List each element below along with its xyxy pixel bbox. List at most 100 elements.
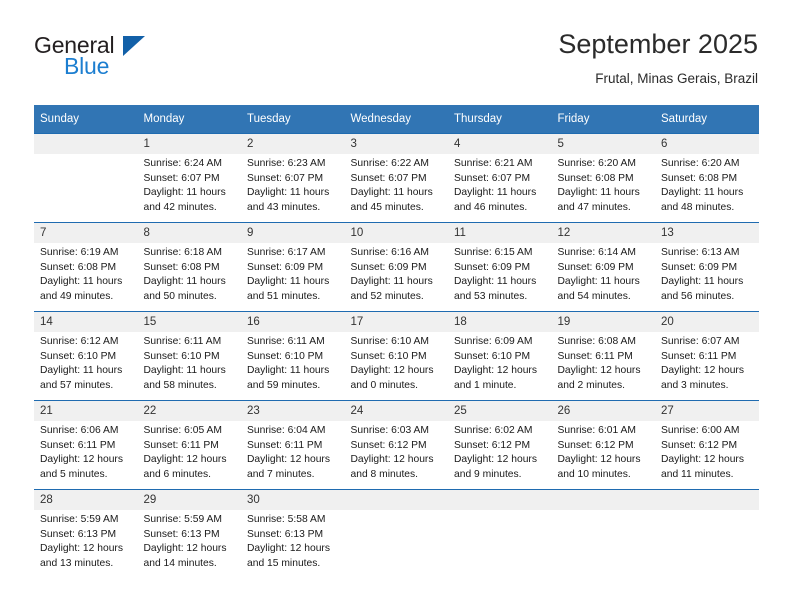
calendar-day-cell[interactable] [34,133,138,223]
calendar-page: General Blue September 2025 Frutal, Mina… [0,0,792,612]
calendar-day-cell[interactable]: 6 Sunrise: 6:20 AM Sunset: 6:08 PM Daylight… [655,133,759,223]
day-number: 12 [551,223,655,243]
calendar-day-cell[interactable]: 20 Sunrise: 6:07 AM Sunset: 6:11 PM Dayligh… [655,311,759,401]
day-number: 14 [34,312,138,332]
sunset-text: Sunset: 6:10 PM [40,350,117,362]
day-details: Sunrise: 6:14 AM Sunset: 6:09 PM Daylight:… [552,243,656,304]
calendar-day-cell[interactable]: 7 Sunrise: 6:19 AM Sunset: 6:08 PM Daylight… [34,222,138,312]
day-number: 13 [655,223,759,243]
calendar-day-cell[interactable]: 28 Sunrise: 5:59 AM Sunset: 6:13 PM Dayligh… [34,489,138,578]
daylight-text: Daylight: 12 hours and 9 minutes. [454,454,537,480]
calendar-day-cell[interactable]: 23 Sunrise: 6:04 AM Sunset: 6:11 PM Dayligh… [241,400,345,490]
calendar-day-cell[interactable]: 19 Sunrise: 6:08 AM Sunset: 6:11 PM Dayligh… [551,311,655,401]
day-details: Sunrise: 6:03 AM Sunset: 6:12 PM Daylight:… [345,421,449,482]
calendar-day-cell[interactable]: 30 Sunrise: 5:58 AM Sunset: 6:13 PM Dayligh… [241,489,345,578]
calendar-day-cell[interactable]: 21 Sunrise: 6:06 AM Sunset: 6:11 PM Dayligh… [34,400,138,490]
calendar-day-cell[interactable]: 5 Sunrise: 6:20 AM Sunset: 6:08 PM Daylight… [551,133,655,223]
calendar-week-row: 1 Sunrise: 6:24 AM Sunset: 6:07 PM Daylight… [34,133,759,223]
day-details: Sunrise: 6:18 AM Sunset: 6:08 PM Daylight:… [138,243,242,304]
sunrise-text: Sunrise: 6:06 AM [40,425,119,436]
daylight-text: Daylight: 12 hours and 3 minutes. [661,365,744,391]
calendar-day-cell[interactable]: 9 Sunrise: 6:17 AM Sunset: 6:09 PM Daylight… [241,222,345,312]
day-number: 20 [655,312,759,332]
calendar-day-cell[interactable]: 10 Sunrise: 6:16 AM Sunset: 6:09 PM Dayligh… [344,222,449,312]
day-details: Sunrise: 6:19 AM Sunset: 6:08 PM Daylight:… [34,243,138,304]
calendar-week-row: 21 Sunrise: 6:06 AM Sunset: 6:11 PM Dayligh… [34,400,759,490]
daylight-text: Daylight: 11 hours and 53 minutes. [454,276,537,302]
calendar-day-cell[interactable] [655,489,759,578]
calendar-day-cell[interactable] [344,489,448,578]
day-number [344,490,448,510]
daylight-text: Daylight: 11 hours and 57 minutes. [40,365,123,391]
day-number: 16 [241,312,345,332]
calendar-day-cell[interactable]: 8 Sunrise: 6:18 AM Sunset: 6:08 PM Daylight… [137,222,242,312]
calendar-day-cell[interactable]: 3 Sunrise: 6:22 AM Sunset: 6:07 PM Daylight… [344,133,448,223]
calendar-day-cell[interactable]: 26 Sunrise: 6:01 AM Sunset: 6:12 PM Dayligh… [551,400,655,490]
sunrise-text: Sunrise: 6:00 AM [661,425,740,436]
calendar-day-cell[interactable]: 12 Sunrise: 6:14 AM Sunset: 6:09 PM Dayligh… [551,222,656,312]
daylight-text: Daylight: 12 hours and 1 minute. [454,365,537,391]
calendar-week-row: 28 Sunrise: 5:59 AM Sunset: 6:13 PM Dayligh… [34,489,759,578]
sunrise-text: Sunrise: 6:16 AM [350,247,429,258]
sunset-text: Sunset: 6:12 PM [454,439,531,451]
calendar-day-cell[interactable]: 15 Sunrise: 6:11 AM Sunset: 6:10 PM Dayligh… [137,311,242,401]
sunrise-text: Sunrise: 6:05 AM [143,425,222,436]
day-number: 6 [655,134,759,154]
weekday-header-thursday: Thursday [448,105,552,134]
day-number: 10 [344,223,448,243]
sunrise-text: Sunrise: 6:18 AM [143,247,222,258]
day-number: 30 [241,490,345,510]
sunrise-text: Sunrise: 6:09 AM [454,336,533,347]
sunrise-text: Sunrise: 6:17 AM [247,247,326,258]
day-number: 11 [448,223,552,243]
daylight-text: Daylight: 11 hours and 51 minutes. [247,276,330,302]
sunset-text: Sunset: 6:11 PM [40,439,116,451]
logo-text-blue: Blue [64,53,110,79]
title-block: September 2025 Frutal, Minas Gerais, Bra… [558,28,758,89]
day-details: Sunrise: 6:16 AM Sunset: 6:09 PM Daylight:… [345,243,449,304]
day-details: Sunrise: 6:21 AM Sunset: 6:07 PM Daylight:… [448,154,552,215]
weekday-header-monday: Monday [137,105,241,134]
day-number: 23 [241,401,345,421]
calendar-day-cell[interactable] [551,489,655,578]
day-details: Sunrise: 6:11 AM Sunset: 6:10 PM Daylight:… [138,332,242,393]
calendar-day-cell[interactable]: 24 Sunrise: 6:03 AM Sunset: 6:12 PM Dayligh… [344,400,449,490]
sunrise-text: Sunrise: 6:14 AM [557,247,636,258]
day-number [655,490,759,510]
sunrise-text: Sunrise: 6:20 AM [661,158,740,169]
daylight-text: Daylight: 12 hours and 8 minutes. [350,454,434,480]
calendar-day-cell[interactable]: 13 Sunrise: 6:13 AM Sunset: 6:09 PM Dayligh… [655,222,759,312]
calendar-day-cell[interactable]: 14 Sunrise: 6:12 AM Sunset: 6:10 PM Dayligh… [34,311,138,401]
day-number: 8 [137,223,241,243]
daylight-text: Daylight: 11 hours and 56 minutes. [661,276,744,302]
calendar-day-cell[interactable]: 16 Sunrise: 6:11 AM Sunset: 6:10 PM Dayligh… [241,311,345,401]
calendar-week-row: 14 Sunrise: 6:12 AM Sunset: 6:10 PM Dayligh… [34,311,759,401]
calendar-day-cell[interactable]: 18 Sunrise: 6:09 AM Sunset: 6:10 PM Dayligh… [448,311,552,401]
sunset-text: Sunset: 6:09 PM [350,261,427,273]
daylight-text: Daylight: 12 hours and 2 minutes. [557,365,641,391]
day-details: Sunrise: 6:09 AM Sunset: 6:10 PM Daylight:… [448,332,552,393]
calendar-day-cell[interactable]: 27 Sunrise: 6:00 AM Sunset: 6:12 PM Dayligh… [655,400,759,490]
calendar-day-cell[interactable]: 17 Sunrise: 6:10 AM Sunset: 6:10 PM Dayligh… [344,311,448,401]
sunset-text: Sunset: 6:07 PM [350,172,427,184]
sunset-text: Sunset: 6:11 PM [661,350,737,362]
calendar-day-cell[interactable]: 22 Sunrise: 6:05 AM Sunset: 6:11 PM Dayligh… [137,400,241,490]
sunset-text: Sunset: 6:08 PM [143,261,220,273]
day-number: 7 [34,223,138,243]
sunrise-text: Sunrise: 6:11 AM [247,336,325,347]
calendar-day-cell[interactable]: 11 Sunrise: 6:15 AM Sunset: 6:09 PM Dayligh… [448,222,552,312]
calendar-day-cell[interactable]: 2 Sunrise: 6:23 AM Sunset: 6:07 PM Daylight… [241,133,345,223]
calendar-day-cell[interactable]: 4 Sunrise: 6:21 AM Sunset: 6:07 PM Daylight… [448,133,552,223]
sunrise-text: Sunrise: 6:11 AM [143,336,222,347]
calendar-day-cell[interactable] [448,489,552,578]
daylight-text: Daylight: 11 hours and 45 minutes. [350,187,433,213]
calendar-day-cell[interactable]: 29 Sunrise: 5:59 AM Sunset: 6:13 PM Dayligh… [137,489,241,578]
sunset-text: Sunset: 6:10 PM [247,350,324,362]
calendar-day-cell[interactable]: 1 Sunrise: 6:24 AM Sunset: 6:07 PM Daylight… [137,133,241,223]
daylight-text: Daylight: 11 hours and 47 minutes. [557,187,640,213]
weekday-header-saturday: Saturday [655,105,759,134]
day-details: Sunrise: 6:13 AM Sunset: 6:09 PM Daylight:… [655,243,759,304]
calendar-day-cell[interactable]: 25 Sunrise: 6:02 AM Sunset: 6:12 PM Dayligh… [448,400,552,490]
page-subtitle: Frutal, Minas Gerais, Brazil [595,71,758,86]
day-details: Sunrise: 6:23 AM Sunset: 6:07 PM Daylight:… [241,154,345,215]
